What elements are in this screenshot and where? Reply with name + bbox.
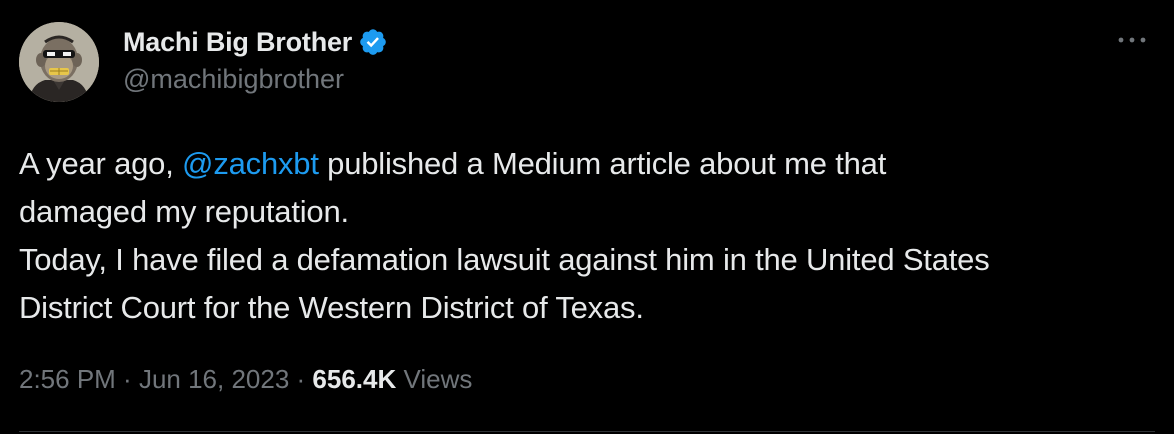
mention-link[interactable]: @zachxbt: [182, 146, 319, 181]
verified-badge-icon[interactable]: [358, 27, 388, 57]
views-count[interactable]: 656.4K: [312, 364, 396, 394]
bored-ape-avatar-icon: [19, 22, 99, 102]
tweet-line-3: Today, I have filed a defamation lawsuit…: [19, 242, 990, 277]
views-label: Views: [403, 364, 473, 394]
tweet-meta: 2:56 PM · Jun 16, 2023 · 656.4K Views: [19, 364, 472, 395]
meta-separator: ·: [289, 364, 313, 394]
tweet-line-1: A year ago, @zachxbt published a Medium …: [19, 140, 1159, 188]
tweet: Machi Big Brother @machibigbrother A yea…: [0, 0, 1174, 434]
meta-separator: ·: [115, 364, 139, 394]
tweet-line-2: damaged my reputation.: [19, 194, 349, 229]
more-dots-icon: [1118, 37, 1146, 43]
tweet-date[interactable]: Jun 16, 2023: [139, 364, 289, 394]
author-handle[interactable]: @machibigbrother: [123, 64, 344, 95]
divider: [19, 431, 1155, 432]
tweet-text-segment: A year ago,: [19, 146, 183, 181]
tweet-time[interactable]: 2:56 PM: [19, 364, 116, 394]
author-name-row[interactable]: Machi Big Brother: [123, 26, 388, 58]
more-options-button[interactable]: [1112, 30, 1152, 50]
author-display-name[interactable]: Machi Big Brother: [123, 27, 352, 58]
tweet-text-segment: published a Medium article about me that: [318, 146, 887, 181]
tweet-line-4: District Court for the Western District …: [19, 290, 644, 325]
tweet-body: A year ago, @zachxbt published a Medium …: [19, 140, 1159, 332]
author-avatar[interactable]: [19, 22, 99, 102]
